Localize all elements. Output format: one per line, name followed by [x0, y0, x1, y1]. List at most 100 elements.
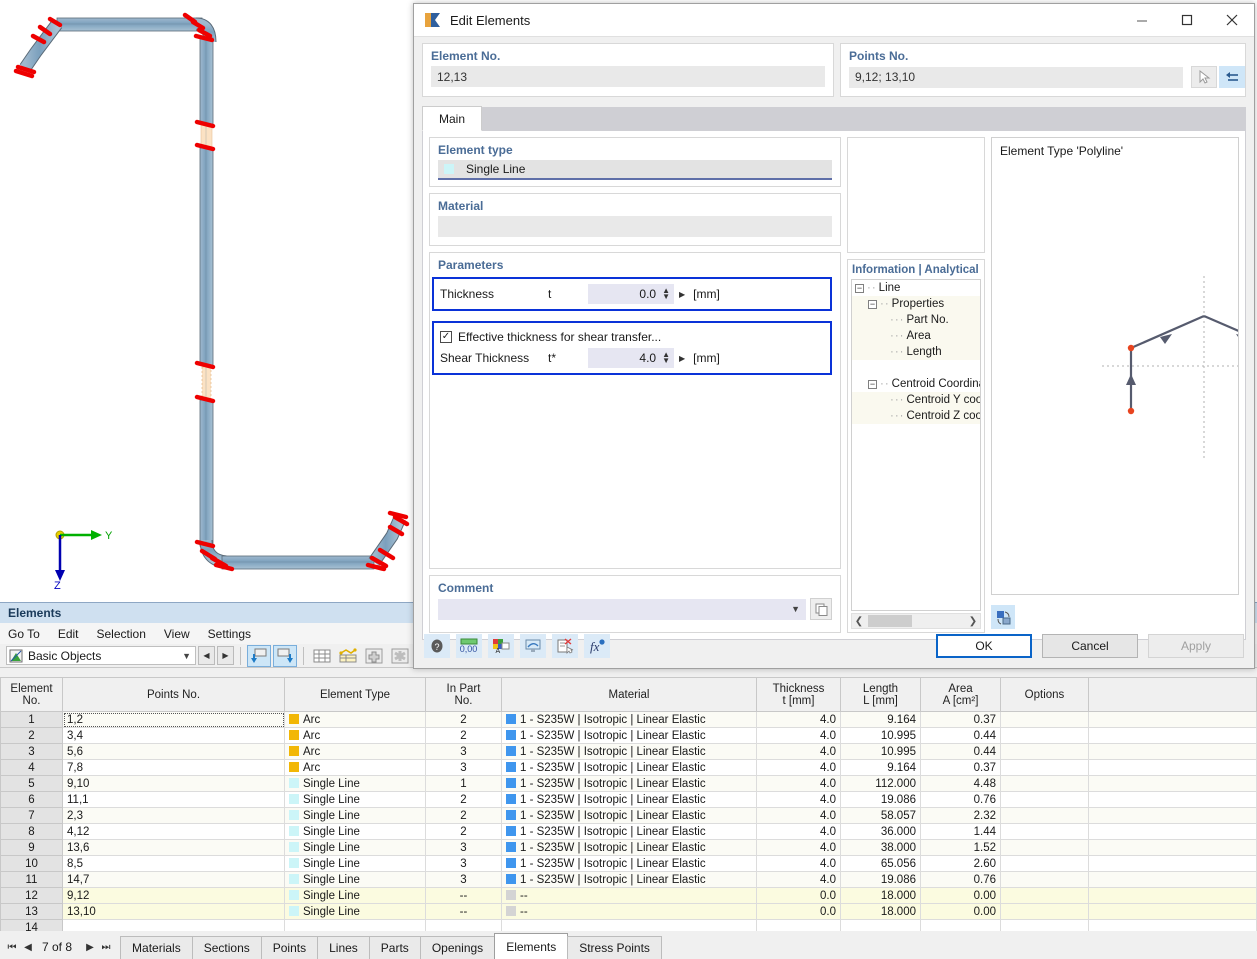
cell-material[interactable]: 1 - S235W | Isotropic | Linear Elastic	[501, 791, 757, 808]
cell-in-part-no[interactable]: 2	[425, 807, 502, 824]
cell-material[interactable]: 1 - S235W | Isotropic | Linear Elastic	[501, 727, 757, 744]
col-points-no[interactable]: Points No.	[62, 677, 285, 712]
cell-length[interactable]: 58.057	[840, 807, 921, 824]
cell-thickness[interactable]: 4.0	[756, 711, 841, 728]
sheet-tab-openings[interactable]: Openings	[419, 936, 496, 959]
table-row[interactable]: 12 9,12 Single Line -- -- 0.0 18.000 0.00	[0, 887, 1257, 904]
cell-element-type[interactable]: Single Line	[284, 871, 426, 888]
cell-material[interactable]: 1 - S235W | Isotropic | Linear Elastic	[501, 775, 757, 792]
first-page-button[interactable]: ⏮	[4, 935, 20, 959]
cell-spare[interactable]	[1088, 775, 1257, 792]
prev-page-button[interactable]: ◀	[20, 935, 36, 959]
row-number-cell[interactable]: 14	[0, 919, 63, 931]
last-page-button[interactable]: ⏭	[98, 935, 114, 959]
cell-options[interactable]	[1000, 839, 1089, 856]
redo-button[interactable]	[273, 644, 297, 667]
cell-options[interactable]	[1000, 823, 1089, 840]
cell-options[interactable]	[1000, 711, 1089, 728]
tab-main[interactable]: Main	[422, 106, 483, 131]
cell-length[interactable]: 10.995	[840, 743, 921, 760]
cell-spare[interactable]	[1088, 903, 1257, 920]
cell-spare[interactable]	[1088, 807, 1257, 824]
table-row[interactable]: 4 7,8 Arc 3 1 - S235W | Isotropic | Linear E…	[0, 759, 1257, 776]
col-element-no[interactable]: Element No.	[0, 677, 63, 712]
cell-area[interactable]: 0.37	[920, 711, 1001, 728]
cell-area[interactable]: 2.32	[920, 807, 1001, 824]
menu-settings[interactable]: Settings	[208, 627, 251, 641]
cell-area[interactable]: 0.76	[920, 791, 1001, 808]
cell-options[interactable]	[1000, 887, 1089, 904]
cell-element-type[interactable]: Single Line	[284, 839, 426, 856]
table-row[interactable]: 10 8,5 Single Line 3 1 - S235W | Isotropic |…	[0, 855, 1257, 872]
cell-options[interactable]	[1000, 903, 1089, 920]
cell-material[interactable]: --	[501, 887, 757, 904]
cell-length[interactable]: 19.086	[840, 871, 921, 888]
cell-points-no[interactable]: 1,2	[62, 711, 285, 728]
information-tree[interactable]: − ·· Line − ·· Properties ··· Part No. ··· Area ··…	[851, 279, 981, 611]
effective-shear-checkbox[interactable]: ✓	[440, 331, 452, 343]
cell-options[interactable]	[1000, 759, 1089, 776]
cell-in-part-no[interactable]: 2	[425, 823, 502, 840]
cell-spare[interactable]	[1088, 887, 1257, 904]
tree-expander-icon[interactable]: −	[855, 283, 864, 293]
cell-element-type[interactable]: Arc	[284, 759, 426, 776]
cell-in-part-no[interactable]: 2	[425, 727, 502, 744]
cell-length[interactable]: 112.000	[840, 775, 921, 792]
cell-spare[interactable]	[1088, 871, 1257, 888]
cell-in-part-no[interactable]: 3	[425, 871, 502, 888]
units-button[interactable]: 0,00	[456, 634, 482, 658]
cell-in-part-no[interactable]: 3	[425, 759, 502, 776]
points-no-value[interactable]: 9,12; 13,10	[849, 66, 1183, 88]
row-number-cell[interactable]: 12	[0, 887, 63, 904]
cell-spare[interactable]	[1088, 759, 1257, 776]
cell-area[interactable]: 0.37	[920, 759, 1001, 776]
col-length[interactable]: Length L [mm]	[840, 677, 921, 712]
cell-points-no[interactable]: 2,3	[62, 807, 285, 824]
cell-points-no[interactable]: 13,10	[62, 903, 285, 920]
sheet-tab-sections[interactable]: Sections	[191, 936, 262, 959]
cell-points-no[interactable]: 3,4	[62, 727, 285, 744]
col-material[interactable]: Material	[501, 677, 757, 712]
cell-options[interactable]	[1000, 743, 1089, 760]
cell-thickness[interactable]: 4.0	[756, 855, 841, 872]
menu-selection[interactable]: Selection	[97, 627, 146, 641]
pick-points-button[interactable]	[1191, 66, 1217, 88]
cell-area[interactable]: 1.44	[920, 823, 1001, 840]
cell-options[interactable]	[1000, 727, 1089, 744]
table-row[interactable]: 11 14,7 Single Line 3 1 - S235W | Isotropic …	[0, 871, 1257, 888]
cell-in-part-no[interactable]: 2	[425, 711, 502, 728]
tree-expander-icon[interactable]: −	[868, 379, 877, 389]
cell-points-no[interactable]: 13,6	[62, 839, 285, 856]
element-no-value[interactable]: 12,13	[431, 66, 825, 87]
col-element-type[interactable]: Element Type	[284, 677, 426, 712]
row-number-cell[interactable]: 4	[0, 759, 63, 776]
cell-length[interactable]	[840, 919, 921, 931]
preview-panel[interactable]: Element Type 'Polyline'	[991, 137, 1239, 595]
cell-material[interactable]: 1 - S235W | Isotropic | Linear Elastic	[501, 839, 757, 856]
cell-spare[interactable]	[1088, 711, 1257, 728]
ok-button[interactable]: OK	[936, 634, 1032, 658]
cell-in-part-no[interactable]: --	[425, 887, 502, 904]
cell-length[interactable]: 18.000	[840, 903, 921, 920]
shear-thickness-input[interactable]: 4.0 ▲ ▼	[588, 348, 674, 368]
tree-node[interactable]: ··· Centroid Z coo	[852, 408, 980, 424]
row-number-cell[interactable]: 1	[0, 711, 63, 728]
cell-length[interactable]: 38.000	[840, 839, 921, 856]
dialog-titlebar[interactable]: Edit Elements	[414, 4, 1254, 37]
comment-input[interactable]: ▼	[438, 598, 806, 620]
undo-button[interactable]	[247, 644, 271, 667]
minimize-button[interactable]	[1119, 4, 1164, 36]
effective-shear-row[interactable]: ✓ Effective thickness for shear transfer…	[440, 327, 824, 347]
cell-thickness[interactable]: 4.0	[756, 871, 841, 888]
tree-node[interactable]: ··· Centroid Y coor	[852, 392, 980, 408]
cell-in-part-no[interactable]: 2	[425, 791, 502, 808]
col-thickness[interactable]: Thickness t [mm]	[756, 677, 841, 712]
table-chart-button[interactable]	[336, 645, 360, 667]
cell-in-part-no[interactable]: 3	[425, 855, 502, 872]
cell-options[interactable]	[1000, 871, 1089, 888]
cell-points-no[interactable]: 9,12	[62, 887, 285, 904]
cell-element-type[interactable]: Single Line	[284, 903, 426, 920]
cell-in-part-no[interactable]: 3	[425, 839, 502, 856]
cell-material[interactable]: 1 - S235W | Isotropic | Linear Elastic	[501, 855, 757, 872]
cell-spare[interactable]	[1088, 919, 1257, 931]
